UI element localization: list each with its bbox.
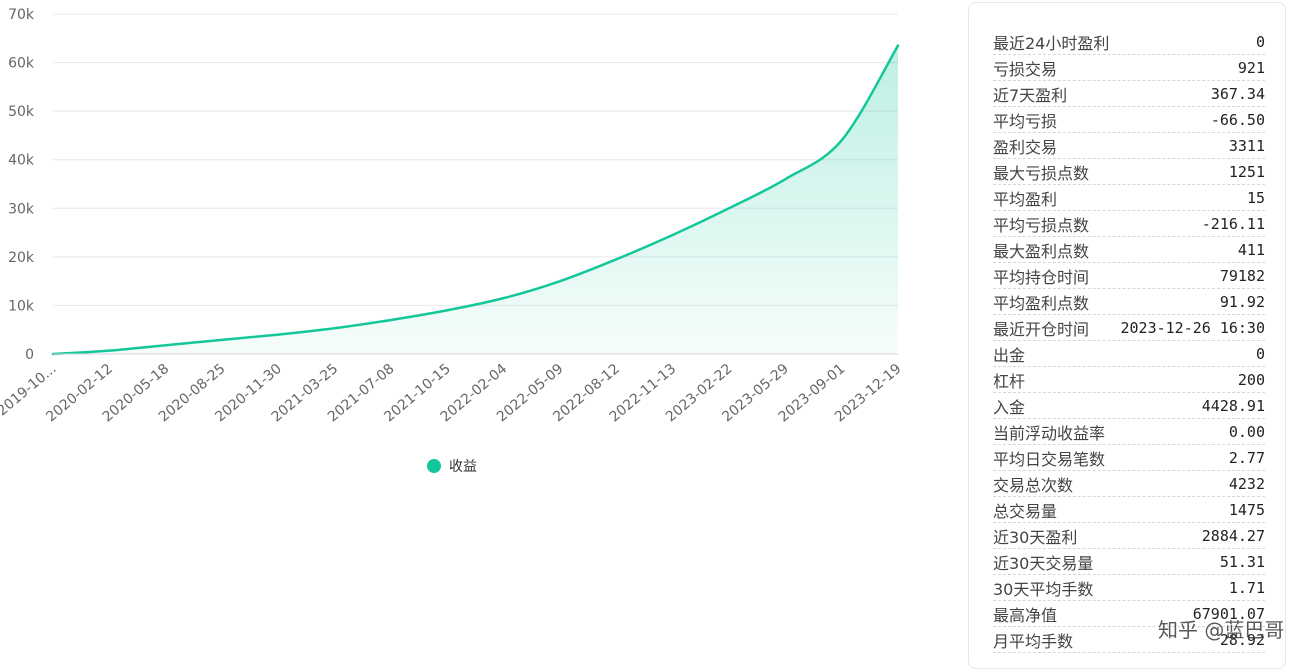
stat-row: 最大亏损点数 1251 xyxy=(993,160,1265,185)
stat-value: -216.11 xyxy=(1201,215,1265,233)
stat-row: 盈利交易 3311 xyxy=(993,134,1265,159)
stat-label: 入金 xyxy=(993,398,1026,417)
stat-label: 最近24小时盈利 xyxy=(993,34,1110,53)
stat-label: 亏损交易 xyxy=(993,60,1058,79)
stat-value: 3311 xyxy=(1228,137,1265,155)
stat-row: 杠杆 200 xyxy=(993,368,1265,393)
stat-row: 交易总次数 4232 xyxy=(993,472,1265,497)
stat-value: 411 xyxy=(1237,241,1265,259)
stat-row: 近30天盈利 2884.27 xyxy=(993,524,1265,549)
x-axis-ticks: 2019-10...2020-02-122020-05-182020-08-25… xyxy=(0,361,905,426)
stat-row: 当前浮动收益率 0.00 xyxy=(993,420,1265,445)
y-tick-label: 40k xyxy=(8,153,35,169)
stat-label: 近30天盈利 xyxy=(993,528,1078,547)
stat-label: 月平均手数 xyxy=(993,632,1074,651)
stat-row: 平均盈利点数 91.92 xyxy=(993,290,1265,315)
stat-row: 30天平均手数 1.71 xyxy=(993,576,1265,601)
stat-value: 2884.27 xyxy=(1201,527,1265,545)
stat-label: 出金 xyxy=(993,346,1026,365)
y-tick-label: 60k xyxy=(8,56,35,72)
stat-row: 近30天交易量 51.31 xyxy=(993,550,1265,575)
y-tick-label: 10k xyxy=(8,298,35,314)
stat-value: 0 xyxy=(1255,33,1265,51)
stat-value: 4428.91 xyxy=(1201,397,1265,415)
y-tick-label: 30k xyxy=(8,201,35,217)
series-area xyxy=(53,45,898,354)
legend-label: 收益 xyxy=(449,459,477,475)
stat-value: 0.00 xyxy=(1228,423,1265,441)
stat-row: 最大盈利点数 411 xyxy=(993,238,1265,263)
y-tick-label: 0 xyxy=(25,347,34,363)
stat-label: 杠杆 xyxy=(993,372,1026,391)
y-axis-ticks: 0 10k 20k 30k 40k 50k 60k 70k xyxy=(8,7,35,363)
stat-value: 0 xyxy=(1255,345,1265,363)
profit-chart-svg: 0 10k 20k 30k 40k 50k 60k 70k 2019-10...2020-02… xyxy=(0,7,905,426)
stat-value: 2.77 xyxy=(1228,449,1265,467)
stat-value: 1251 xyxy=(1228,163,1265,181)
stat-label: 平均盈利 xyxy=(993,190,1058,209)
stat-label: 平均盈利点数 xyxy=(993,294,1090,313)
watermark: 知乎 @蓝巴哥 xyxy=(1158,618,1285,642)
stat-label: 平均亏损 xyxy=(993,112,1058,131)
stat-label: 30天平均手数 xyxy=(993,580,1094,599)
stat-label: 最大亏损点数 xyxy=(993,164,1090,183)
stat-label: 盈利交易 xyxy=(993,138,1058,157)
stat-value: 79182 xyxy=(1219,267,1265,285)
stat-row: 总交易量 1475 xyxy=(993,498,1265,523)
y-tick-label: 70k xyxy=(8,7,35,23)
stat-value: 1475 xyxy=(1228,501,1265,519)
stat-row: 近7天盈利 367.34 xyxy=(993,82,1265,107)
stat-row: 亏损交易 921 xyxy=(993,56,1265,81)
stat-label: 当前浮动收益率 xyxy=(993,424,1106,443)
stat-row: 平均盈利 15 xyxy=(993,186,1265,211)
stat-label: 平均日交易笔数 xyxy=(993,450,1106,469)
stat-label: 最高净值 xyxy=(993,606,1058,625)
stat-value: -66.50 xyxy=(1210,111,1265,129)
stat-label: 近30天交易量 xyxy=(993,554,1094,573)
stat-value: 15 xyxy=(1246,189,1265,207)
stat-value: 367.34 xyxy=(1210,85,1265,103)
stat-label: 近7天盈利 xyxy=(993,86,1068,105)
stat-value: 2023-12-26 16:30 xyxy=(1120,319,1266,337)
stat-row: 最近开仓时间 2023-12-26 16:30 xyxy=(993,316,1265,341)
profit-chart: 0 10k 20k 30k 40k 50k 60k 70k 2019-10... 2020-02… xyxy=(0,0,940,671)
stat-label: 总交易量 xyxy=(993,502,1058,521)
stats-panel: 最近24小时盈利 0 亏损交易 921 近7天盈利 367.34 平均亏损 -66.50 盈利交… xyxy=(968,2,1286,669)
stat-row: 出金 0 xyxy=(993,342,1265,367)
stat-value: 921 xyxy=(1237,59,1265,77)
stat-label: 最大盈利点数 xyxy=(993,242,1090,261)
stat-value: 1.71 xyxy=(1228,579,1265,597)
y-tick-label: 50k xyxy=(8,104,35,120)
stat-row: 平均日交易笔数 2.77 xyxy=(993,446,1265,471)
stat-value: 200 xyxy=(1237,371,1265,389)
stat-value: 4232 xyxy=(1228,475,1265,493)
stat-value: 91.92 xyxy=(1219,293,1265,311)
stat-row: 平均亏损点数 -216.11 xyxy=(993,212,1265,237)
stats-list: 最近24小时盈利 0 亏损交易 921 近7天盈利 367.34 平均亏损 -66.50 盈利交… xyxy=(993,30,1265,654)
stat-row: 平均亏损 -66.50 xyxy=(993,108,1265,133)
stat-row: 平均持仓时间 79182 xyxy=(993,264,1265,289)
chart-legend[interactable]: 收益 xyxy=(427,456,477,476)
stat-value: 51.31 xyxy=(1219,553,1265,571)
y-tick-label: 20k xyxy=(8,250,35,266)
stat-label: 交易总次数 xyxy=(993,476,1074,495)
stat-row: 入金 4428.91 xyxy=(993,394,1265,419)
stat-label: 平均亏损点数 xyxy=(993,216,1090,235)
stat-label: 平均持仓时间 xyxy=(993,268,1090,287)
legend-swatch xyxy=(427,459,441,473)
stat-label: 最近开仓时间 xyxy=(993,320,1090,339)
stat-row: 最近24小时盈利 0 xyxy=(993,30,1265,55)
